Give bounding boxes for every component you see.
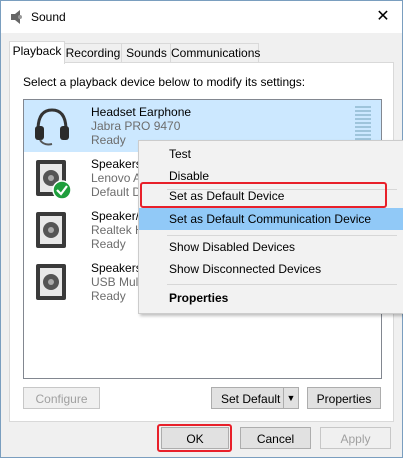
menu-item-set-default-device[interactable]: Set as Default Device [139, 185, 403, 207]
tab-sounds[interactable]: Sounds [121, 43, 172, 63]
device-status: Ready [91, 133, 126, 147]
menu-item-show-disconnected-devices[interactable]: Show Disconnected Devices [139, 258, 403, 280]
menu-item-show-disabled-devices[interactable]: Show Disabled Devices [139, 236, 403, 258]
tab-playback[interactable]: Playback [9, 41, 65, 64]
device-name: Speakers [91, 261, 142, 275]
headset-icon [35, 108, 69, 146]
cancel-button[interactable]: Cancel [240, 427, 311, 449]
default-checkmark-icon [52, 180, 72, 200]
menu-item-test[interactable]: Test [139, 143, 403, 165]
device-description: Jabra PRO 9470 [91, 119, 181, 133]
speaker-icon [36, 212, 66, 248]
close-button[interactable]: ✕ [372, 6, 394, 28]
ok-button[interactable]: OK [161, 427, 229, 449]
tab-recording[interactable]: Recording [63, 43, 123, 63]
device-context-menu: Test Disable Set as Default Device Set a… [138, 140, 403, 314]
menu-item-disable[interactable]: Disable [139, 165, 403, 187]
device-name: Headset Earphone [91, 105, 192, 119]
apply-button[interactable]: Apply [320, 427, 391, 449]
device-name: Speakers [91, 157, 142, 171]
menu-item-properties[interactable]: Properties [139, 287, 403, 309]
device-status: Ready [91, 237, 126, 251]
instruction-text: Select a playback device below to modify… [23, 75, 306, 89]
window-title: Sound [31, 10, 66, 24]
set-default-label: Set Default [221, 392, 281, 406]
speaker-app-icon [11, 10, 22, 24]
close-icon: ✕ [376, 8, 390, 25]
menu-item-set-default-communication-device[interactable]: Set as Default Communication Device [139, 208, 403, 230]
device-description: USB Mul [91, 275, 139, 289]
device-status: Ready [91, 289, 126, 303]
device-description: Realtek H [91, 223, 144, 237]
speaker-icon [36, 264, 66, 300]
configure-button[interactable]: Configure [23, 387, 100, 409]
sound-dialog: Sound ✕ Playback Recording Sounds Commun… [0, 0, 403, 458]
device-status: Default D [91, 185, 142, 199]
title-bar: Sound ✕ [1, 1, 402, 33]
tab-communications[interactable]: Communications [170, 43, 260, 63]
device-description: Lenovo A [91, 171, 142, 185]
set-default-button[interactable]: Set Default ▼ [211, 387, 299, 409]
chevron-down-icon[interactable]: ▼ [283, 388, 298, 408]
properties-button[interactable]: Properties [307, 387, 381, 409]
device-name: Speaker/ [91, 209, 140, 223]
menu-separator [167, 284, 397, 285]
